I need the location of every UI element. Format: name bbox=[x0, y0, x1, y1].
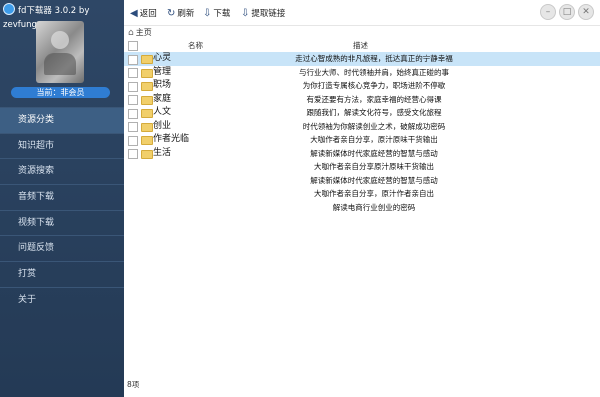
table-row[interactable]: 心灵 走过心智成熟的非凡旅程，抵达真正的宁静幸福 bbox=[124, 52, 600, 66]
table-row[interactable]: 职场 为你打造专属核心竞争力，职场进阶不停歇 bbox=[124, 79, 600, 93]
download-icon: ⇩ bbox=[203, 8, 212, 19]
app-logo-icon bbox=[3, 3, 15, 15]
back-button[interactable]: ◀ 返回 bbox=[130, 7, 157, 20]
table-row[interactable]: 人文 跟随我们，解读文化符号，感受文化旅程 bbox=[124, 106, 600, 120]
breadcrumb-home[interactable]: 主页 bbox=[136, 28, 152, 37]
row-description: 走过心智成熟的非凡旅程，抵达真正的宁静幸福 bbox=[295, 54, 453, 63]
arrow-left-icon: ◀ bbox=[130, 8, 138, 19]
row-checkbox[interactable] bbox=[128, 95, 138, 105]
row-checkbox[interactable] bbox=[128, 54, 138, 65]
folder-icon bbox=[141, 55, 153, 64]
refresh-icon: ↻ bbox=[167, 8, 176, 19]
row-checkbox[interactable] bbox=[128, 122, 138, 132]
row-checkbox[interactable] bbox=[128, 81, 138, 92]
table-row[interactable]: 解读新媒体时代家庭经营的智慧与感动 bbox=[124, 174, 600, 188]
sidebar-menu: 资源分类 知识超市 资源搜索 音频下载 视频下载 问题反馈 打赏 关于 bbox=[0, 107, 124, 313]
row-description: 大咖作者亲自分享原汁原味干货输出 bbox=[314, 162, 434, 171]
row-checkbox[interactable] bbox=[128, 149, 138, 159]
refresh-label: 刷新 bbox=[177, 9, 195, 19]
select-all-checkbox[interactable] bbox=[128, 41, 138, 51]
table-body: 心灵 走过心智成熟的非凡旅程，抵达真正的宁静幸福管理 与行业大师、时代领袖并肩，始终… bbox=[124, 52, 600, 214]
table-row[interactable]: 大咖作者亲自分享，原汁作者亲自出 bbox=[124, 187, 600, 201]
table-row[interactable]: 作者光临 大咖作者亲自分享，原汁原味干货输出 bbox=[124, 133, 600, 147]
row-description: 解读新媒体时代家庭经营的智慧与感动 bbox=[310, 148, 438, 158]
back-label: 返回 bbox=[139, 9, 157, 19]
member-status-badge: 当前：非会员 bbox=[11, 87, 110, 98]
table-row[interactable]: 家庭 有爱还要有方法，家庭幸福的经营心得课 bbox=[124, 93, 600, 107]
row-description: 与行业大师、时代领袖并肩，始终真正碰的事 bbox=[299, 67, 449, 77]
row-description: 大咖作者亲自分享，原汁作者亲自出 bbox=[314, 189, 434, 198]
folder-icon bbox=[141, 68, 153, 78]
refresh-button[interactable]: ↻ 刷新 bbox=[167, 7, 194, 20]
folder-icon bbox=[141, 122, 153, 132]
table-row[interactable]: 管理 与行业大师、时代领袖并肩，始终真正碰的事 bbox=[124, 66, 600, 80]
row-name: 作者光临 bbox=[153, 134, 190, 144]
table-row[interactable]: 大咖作者亲自分享原汁原味干货输出 bbox=[124, 160, 600, 174]
row-description: 跟随我们，解读文化符号，感受文化旅程 bbox=[306, 108, 442, 117]
main-panel: ◀ 返回 ↻ 刷新 ⇩ 下载 ⇩ 提取链接 – □ ✕ ⌂ 主页 名称 描述 心灵 走过心智… bbox=[124, 0, 600, 397]
maximize-icon: □ bbox=[562, 7, 572, 17]
sidebar-item-audio-download[interactable]: 音频下载 bbox=[0, 184, 124, 210]
sidebar-item-donate[interactable]: 打赏 bbox=[0, 261, 124, 287]
sidebar-item-resource-search[interactable]: 资源搜索 bbox=[0, 158, 124, 184]
close-icon: ✕ bbox=[582, 7, 590, 17]
row-description: 时代领袖为你解读创业之术，破解成功密码 bbox=[302, 121, 446, 131]
table-row[interactable]: 创业 时代领袖为你解读创业之术，破解成功密码 bbox=[124, 120, 600, 134]
row-name: 生活 bbox=[153, 147, 172, 158]
column-header-desc[interactable]: 描述 bbox=[353, 40, 368, 51]
toolbar: ◀ 返回 ↻ 刷新 ⇩ 下载 ⇩ 提取链接 – □ ✕ bbox=[124, 0, 600, 26]
breadcrumb: ⌂ 主页 bbox=[128, 27, 152, 39]
home-icon: ⌂ bbox=[128, 28, 134, 38]
row-name: 管理 bbox=[153, 66, 172, 77]
window-title: fd下载器 3.0.2 by zevfung bbox=[3, 3, 124, 30]
folder-icon bbox=[141, 149, 153, 159]
row-description: 为你打造专属核心竞争力，职场进阶不停歇 bbox=[302, 81, 446, 90]
download-button[interactable]: ⇩ 下载 bbox=[203, 7, 230, 20]
row-description: 有爱还要有方法，家庭幸福的经营心得课 bbox=[306, 94, 442, 104]
row-checkbox[interactable] bbox=[128, 108, 138, 119]
extract-link-label: 提取链接 bbox=[251, 9, 286, 19]
status-bar-text: 8项 bbox=[127, 380, 140, 389]
sidebar: fd下载器 3.0.2 by zevfung 当前：非会员 资源分类 知识超市 … bbox=[0, 0, 124, 397]
sidebar-item-knowledge-market[interactable]: 知识超市 bbox=[0, 132, 124, 159]
close-button[interactable]: ✕ bbox=[578, 4, 594, 20]
row-checkbox[interactable] bbox=[128, 68, 138, 78]
row-description: 解读电商行业创业的密码 bbox=[332, 202, 416, 212]
sidebar-item-about[interactable]: 关于 bbox=[0, 286, 124, 313]
folder-icon bbox=[141, 95, 153, 105]
row-description: 大咖作者亲自分享，原汁原味干货输出 bbox=[310, 135, 438, 144]
table-row[interactable]: 生活 解读新媒体时代家庭经营的智慧与感动 bbox=[124, 147, 600, 161]
column-header-name[interactable]: 名称 bbox=[188, 40, 203, 51]
row-name: 人文 bbox=[153, 107, 172, 117]
row-name: 家庭 bbox=[153, 93, 172, 104]
folder-icon bbox=[141, 109, 153, 118]
avatar bbox=[36, 21, 84, 83]
sidebar-item-video-download[interactable]: 视频下载 bbox=[0, 209, 124, 236]
row-name: 职场 bbox=[153, 80, 172, 90]
minimize-icon: – bbox=[545, 7, 551, 17]
sidebar-item-feedback[interactable]: 问题反馈 bbox=[0, 235, 124, 261]
table-row[interactable]: 解读电商行业创业的密码 bbox=[124, 201, 600, 215]
download-link-icon: ⇩ bbox=[241, 8, 250, 19]
row-name: 创业 bbox=[153, 120, 172, 131]
folder-icon bbox=[141, 82, 153, 91]
download-label: 下载 bbox=[213, 9, 231, 19]
maximize-button[interactable]: □ bbox=[559, 4, 575, 20]
row-description: 解读新媒体时代家庭经营的智慧与感动 bbox=[310, 175, 438, 185]
extract-link-button[interactable]: ⇩ 提取链接 bbox=[241, 7, 285, 20]
table-header: 名称 描述 bbox=[124, 39, 600, 52]
row-name: 心灵 bbox=[153, 53, 172, 63]
row-checkbox[interactable] bbox=[128, 135, 138, 146]
file-table: 名称 描述 心灵 走过心智成熟的非凡旅程，抵达真正的宁静幸福管理 与行业大师、时代领… bbox=[124, 39, 600, 214]
sidebar-item-resource-category[interactable]: 资源分类 bbox=[0, 107, 124, 133]
minimize-button[interactable]: – bbox=[540, 4, 556, 20]
folder-icon bbox=[141, 136, 153, 145]
